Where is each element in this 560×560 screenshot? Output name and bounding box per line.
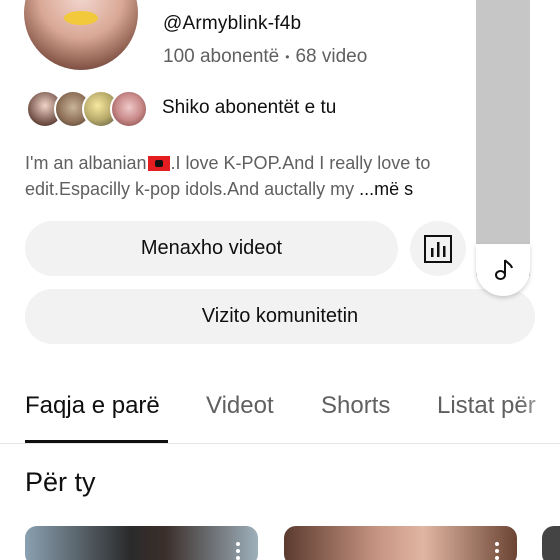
manage-videos-button[interactable]: Menaxho videot [25, 221, 398, 276]
channel-tabs: Faqja e parë Videot Shorts Listat për [0, 380, 560, 444]
read-more-link[interactable]: ...më s [359, 179, 413, 199]
music-note-icon [495, 259, 513, 280]
subscriber-count: 100 abonentë [163, 46, 280, 67]
video-count: 68 video [295, 46, 368, 67]
description-text: .I love K-POP.And I really love to [170, 153, 431, 173]
description-text: edit.Espacilly k-pop idols.And auctally … [25, 179, 355, 199]
kebab-menu-icon[interactable] [236, 542, 240, 560]
music-button[interactable] [476, 244, 530, 296]
description-text: I'm an albanian [25, 153, 147, 173]
analytics-button[interactable] [410, 221, 466, 276]
view-subscribers-link[interactable]: Shiko abonentët e tu [162, 97, 336, 119]
bar-chart-icon [424, 234, 452, 263]
description-line-1: I'm an albanian .I love K-POP.And I reall… [25, 150, 477, 176]
active-tab-indicator [25, 440, 168, 443]
channel-description[interactable]: I'm an albanian .I love K-POP.And I reall… [25, 150, 477, 202]
video-thumbnail[interactable] [284, 526, 517, 560]
overlay-panel [476, 0, 530, 276]
avatar-detail [64, 11, 98, 25]
channel-meta: 100 abonentë • 68 video [163, 46, 367, 68]
subscriber-avatars[interactable] [26, 90, 150, 128]
tab-home[interactable]: Faqja e parë [25, 392, 160, 420]
video-thumbnail[interactable] [25, 526, 258, 560]
tab-shorts[interactable]: Shorts [321, 392, 390, 420]
visit-community-button[interactable]: Vizito komunitetin [25, 289, 535, 344]
albania-flag-icon [147, 156, 170, 171]
section-title: Për ty [25, 467, 96, 497]
kebab-menu-icon[interactable] [495, 542, 499, 560]
channel-handle: @Armyblink-f4b [163, 13, 302, 34]
subscriber-avatar [110, 90, 148, 128]
description-line-2: edit.Espacilly k-pop idols.And auctally … [25, 176, 477, 202]
channel-avatar[interactable] [24, 0, 138, 70]
tabs-fade [520, 380, 560, 443]
meta-separator: • [285, 50, 290, 64]
video-thumbnail[interactable] [542, 526, 560, 560]
tab-videos[interactable]: Videot [206, 392, 274, 420]
